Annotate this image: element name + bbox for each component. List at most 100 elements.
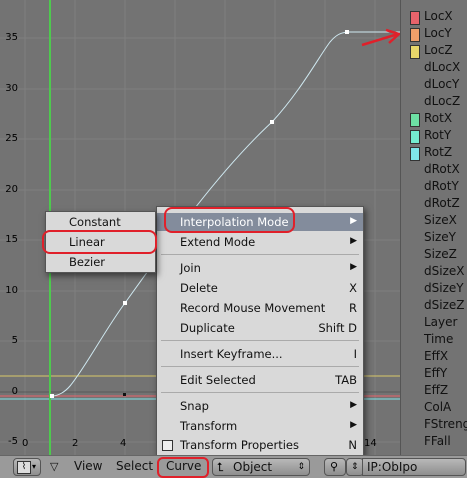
channel-label: dRotZ	[424, 196, 460, 210]
channel-color-swatch	[410, 113, 420, 127]
ipo-type-label: Object	[233, 460, 273, 474]
keyframe-point[interactable]	[345, 30, 349, 34]
editor-type-button[interactable]: ⌇ ▾	[13, 458, 41, 476]
channel-dsizex[interactable]: dSizeX	[401, 263, 467, 280]
submenu-item-constant[interactable]: Constant	[46, 213, 155, 231]
channel-drotz[interactable]: dRotZ	[401, 195, 467, 212]
channel-sizex[interactable]: SizeX	[401, 212, 467, 229]
menu-item-extend-mode[interactable]: Extend Mode ▶	[157, 233, 363, 251]
x-tick: 2	[72, 438, 79, 449]
y-tick: 35	[5, 32, 18, 43]
channel-drotx[interactable]: dRotX	[401, 161, 467, 178]
x-tick: 4	[120, 438, 127, 449]
menu-item-transform[interactable]: Transform ▶	[157, 417, 363, 435]
channel-label: dSizeX	[424, 264, 465, 278]
keyframe-point[interactable]	[270, 120, 274, 124]
menu-item-join[interactable]: Join ▶	[157, 259, 363, 277]
menu-item-label: Edit Selected	[180, 373, 256, 387]
channel-label: dLocZ	[424, 94, 461, 108]
menu-item-shortcut: N	[348, 438, 357, 452]
submenu-arrow-icon: ▶	[350, 216, 357, 226]
channel-effz[interactable]: EffZ	[401, 382, 467, 399]
channel-cola[interactable]: ColA	[401, 399, 467, 416]
submenu-arrow-icon: ▶	[350, 236, 357, 246]
menu-item-shortcut: I	[353, 347, 357, 361]
channel-ffall[interactable]: FFall	[401, 433, 467, 450]
menu-item-shortcut: X	[349, 281, 357, 295]
channel-label: EffZ	[424, 383, 449, 397]
ipo-header: ⌇ ▾ ▽ View Select Curve ⮤ Object ⇕ ⚲ ⇕ I…	[0, 455, 467, 478]
channel-locz[interactable]: LocZ	[401, 42, 467, 59]
collapse-menus-triangle-icon[interactable]: ▽	[50, 458, 58, 475]
channel-color-swatch	[410, 28, 420, 42]
channel-time[interactable]: Time	[401, 331, 467, 348]
channel-rotz[interactable]: RotZ	[401, 144, 467, 161]
channel-dsizez[interactable]: dSizeZ	[401, 297, 467, 314]
channel-label: LocY	[424, 26, 452, 40]
channel-effy[interactable]: EffY	[401, 365, 467, 382]
menu-separator	[161, 366, 359, 367]
channel-locy[interactable]: LocY	[401, 25, 467, 42]
channel-color-swatch	[410, 147, 420, 161]
channel-label: SizeZ	[424, 247, 457, 261]
submenu-item-bezier[interactable]: Bezier	[46, 253, 155, 271]
keyframe-point[interactable]	[123, 301, 127, 305]
channel-sizez[interactable]: SizeZ	[401, 246, 467, 263]
channel-label: dSizeZ	[424, 298, 465, 312]
menu-item-duplicate[interactable]: Duplicate Shift D	[157, 319, 363, 337]
channel-label: LocZ	[424, 43, 453, 57]
channel-dlocx[interactable]: dLocX	[401, 59, 467, 76]
menu-item-shortcut: Shift D	[318, 321, 357, 335]
menu-select[interactable]: Select	[116, 458, 153, 475]
menu-separator	[161, 254, 359, 255]
menu-separator	[161, 340, 359, 341]
y-tick: 25	[5, 133, 18, 144]
menu-item-record-mouse-movement[interactable]: Record Mouse Movement R	[157, 299, 363, 317]
y-tick: 30	[5, 83, 18, 94]
menu-item-label: Join	[180, 261, 201, 275]
menu-separator	[161, 392, 359, 393]
channel-roty[interactable]: RotY	[401, 127, 467, 144]
keyframe-point[interactable]	[50, 394, 54, 398]
channel-effx[interactable]: EffX	[401, 348, 467, 365]
menu-item-label: Transform Properties	[180, 438, 299, 452]
pin-button[interactable]: ⚲	[324, 458, 346, 476]
axis-icon: ⮤	[217, 460, 225, 474]
channel-fstreng[interactable]: FStreng	[401, 416, 467, 433]
updown-arrows-icon: ⇕	[351, 462, 359, 472]
channel-label: dLocY	[424, 77, 460, 91]
channel-dlocy[interactable]: dLocY	[401, 76, 467, 93]
menu-item-label: Insert Keyframe...	[180, 347, 283, 361]
menu-item-transform-properties[interactable]: Transform Properties N	[157, 436, 363, 454]
y-tick: 5	[11, 335, 18, 346]
menu-item-label: Snap	[180, 399, 209, 413]
channel-label: SizeY	[424, 230, 456, 244]
channel-dsizey[interactable]: dSizeY	[401, 280, 467, 297]
channel-locx[interactable]: LocX	[401, 8, 467, 25]
submenu-arrow-icon: ▶	[350, 262, 357, 272]
menu-item-edit-selected[interactable]: Edit Selected TAB	[157, 371, 363, 389]
channel-sizey[interactable]: SizeY	[401, 229, 467, 246]
x-tick: 14	[364, 438, 377, 449]
ipo-name-field[interactable]: IP:ObIpo	[362, 458, 466, 476]
channel-layer[interactable]: Layer	[401, 314, 467, 331]
checkbox-icon	[162, 440, 173, 451]
channel-dlocz[interactable]: dLocZ	[401, 93, 467, 110]
pin-icon: ⚲	[330, 460, 339, 473]
channel-color-swatch	[410, 45, 420, 59]
menu-item-insert-keyframe[interactable]: Insert Keyframe... I	[157, 345, 363, 363]
menu-view[interactable]: View	[74, 458, 102, 475]
channel-rotx[interactable]: RotX	[401, 110, 467, 127]
channel-color-swatch	[410, 130, 420, 144]
channel-label: RotX	[424, 111, 453, 125]
menu-item-shortcut: R	[349, 301, 357, 315]
channel-label: dLocX	[424, 60, 461, 74]
ipo-type-select[interactable]: ⮤ Object ⇕	[212, 458, 310, 476]
menu-item-label: Duplicate	[180, 321, 235, 335]
menu-item-snap[interactable]: Snap ▶	[157, 397, 363, 415]
channel-droty[interactable]: dRotY	[401, 178, 467, 195]
menu-item-label: Extend Mode	[180, 235, 256, 249]
menu-item-delete[interactable]: Delete X	[157, 279, 363, 297]
handle-point[interactable]	[123, 393, 126, 396]
menu-item-label: Transform	[180, 419, 238, 433]
